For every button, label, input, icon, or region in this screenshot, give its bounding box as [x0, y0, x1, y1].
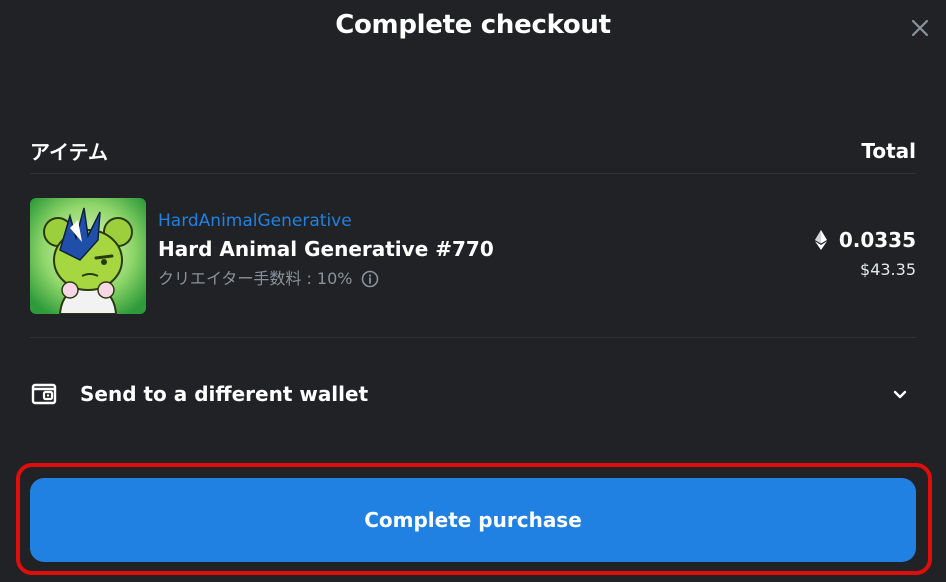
close-button[interactable] [908, 16, 932, 40]
eth-price: 0.0335 [814, 228, 916, 252]
item-info: HardAnimalGenerative Hard Animal Generat… [158, 198, 916, 290]
divider [30, 173, 916, 174]
info-icon[interactable] [361, 270, 379, 288]
divider [30, 337, 916, 338]
send-to-different-wallet-toggle[interactable]: Send to a different wallet [30, 372, 916, 416]
wallet-label: Send to a different wallet [80, 382, 369, 406]
nft-thumbnail-image [30, 198, 146, 314]
chevron-down-icon [893, 390, 907, 399]
table-header: アイテム Total [30, 136, 916, 165]
eth-price-value: 0.0335 [838, 228, 916, 252]
usd-price: $43.35 [860, 260, 916, 279]
collection-link[interactable]: HardAnimalGenerative [158, 210, 916, 232]
item-name: Hard Animal Generative #770 [158, 237, 494, 261]
wallet-icon [31, 383, 57, 405]
cart-item-row: HardAnimalGenerative Hard Animal Generat… [30, 198, 916, 314]
ethereum-icon [814, 230, 827, 250]
total-column-header: Total [861, 138, 916, 163]
checkout-modal: Complete checkout アイテム Total HardAnimalG… [0, 0, 946, 582]
nft-thumbnail[interactable] [30, 198, 146, 314]
item-column-header: アイテム [30, 140, 108, 164]
price-column: 0.0335 $43.35 [814, 228, 916, 279]
close-icon [911, 19, 929, 37]
creator-fee-label: クリエイター手数料 : 10% [158, 269, 353, 288]
complete-purchase-button[interactable]: Complete purchase [30, 478, 916, 562]
modal-title: Complete checkout [335, 10, 611, 40]
creator-fee: クリエイター手数料 : 10% [158, 268, 916, 290]
